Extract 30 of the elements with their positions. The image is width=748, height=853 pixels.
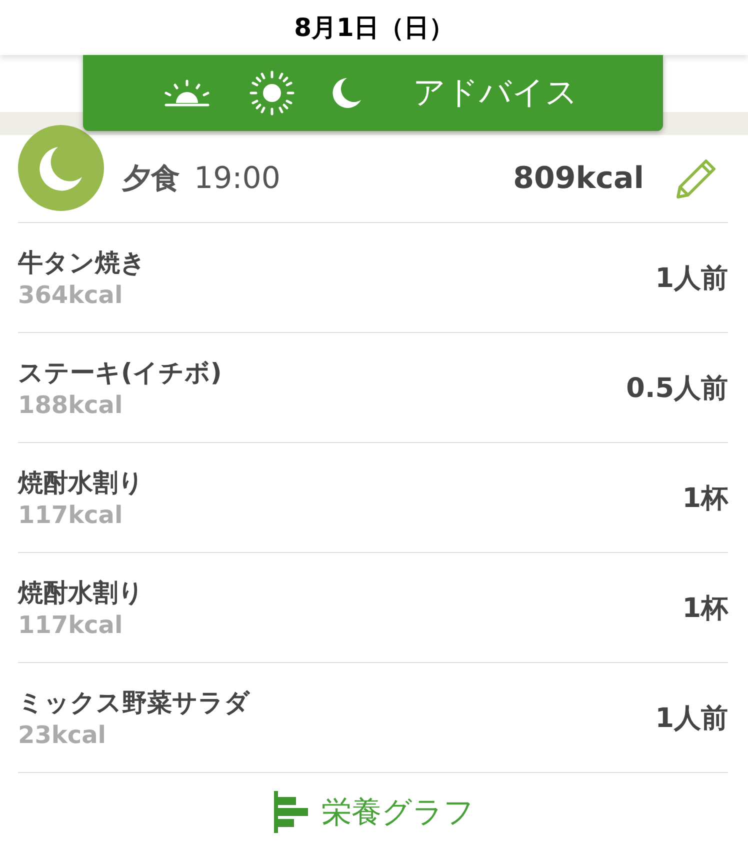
food-name: ミックス野菜サラダ: [18, 687, 250, 719]
food-calories: 117kcal: [18, 611, 124, 639]
food-row[interactable]: ミックス野菜サラダ 23kcal 1人前: [18, 663, 728, 773]
food-row[interactable]: 牛タン焼き 364kcal 1人前: [18, 223, 728, 333]
date-title: 8月1日（日）: [294, 12, 454, 44]
food-calories: 23kcal: [18, 721, 108, 749]
food-amount: 1杯: [682, 592, 728, 626]
meal-time: 19:00: [194, 161, 280, 196]
food-amount: 0.5人前: [626, 372, 728, 406]
food-name: 焼酎水割り: [18, 467, 144, 499]
food-name: 牛タン焼き: [18, 247, 146, 279]
food-row[interactable]: ステーキ(イチボ) 188kcal 0.5人前: [18, 333, 728, 443]
sunrise-icon[interactable]: [163, 78, 211, 108]
food-amount: 1杯: [682, 482, 728, 516]
total-calories: 809kcal: [513, 161, 644, 196]
food-row[interactable]: 焼酎水割り 117kcal 1杯: [18, 443, 728, 553]
sun-icon[interactable]: [249, 70, 295, 116]
food-row[interactable]: 焼酎水割り 117kcal 1杯: [18, 553, 728, 663]
food-calories: 117kcal: [18, 501, 124, 529]
food-name: ステーキ(イチボ): [18, 357, 222, 389]
pencil-icon[interactable]: [674, 156, 718, 200]
bar-chart-icon: [274, 791, 310, 833]
food-calories: 188kcal: [18, 391, 124, 419]
food-calories: 364kcal: [18, 281, 124, 309]
food-amount: 1人前: [655, 702, 728, 736]
advice-tab[interactable]: アドバイス: [407, 67, 584, 119]
food-amount: 1人前: [655, 262, 728, 296]
meal-name: 夕食: [122, 160, 180, 196]
moon-icon: [18, 125, 104, 211]
food-name: 焼酎水割り: [18, 577, 144, 609]
